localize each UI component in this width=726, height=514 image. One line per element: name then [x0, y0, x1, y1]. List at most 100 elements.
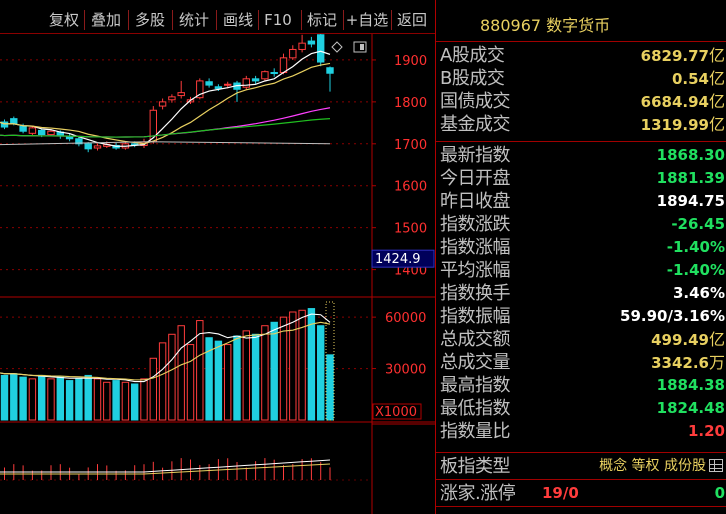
volume-bar	[75, 378, 83, 421]
kline-chart-canvas[interactable]: 1900180017001600150014001424.91972.10600…	[0, 0, 435, 514]
candle-body	[289, 48, 297, 59]
volume-bar	[47, 378, 55, 421]
crosshair-price-label: 1424.9	[375, 252, 421, 267]
info-row: 最新指数 1868.30	[436, 144, 726, 167]
volume-bar	[131, 383, 139, 421]
candle-body	[10, 118, 18, 125]
info-row-label: 总成交额	[440, 329, 511, 350]
info-row: A股成交 6829.77亿	[436, 44, 726, 67]
volume-bar	[158, 342, 167, 421]
volume-bar	[168, 333, 176, 421]
candle-body	[19, 125, 27, 132]
candle-body	[279, 57, 288, 74]
volume-bar	[289, 311, 297, 421]
candle-body	[158, 101, 167, 107]
volume-bar	[233, 335, 241, 421]
candle-body	[84, 143, 92, 150]
toolbar-button-5[interactable]: F10	[260, 8, 296, 32]
candle-body	[251, 78, 260, 82]
volume-bar	[251, 333, 260, 421]
info-row: 最高指数 1884.38	[436, 374, 726, 397]
info-row-label: 指数换手	[440, 283, 511, 304]
window-icon-inner	[360, 44, 364, 50]
info-row-value: 3342.6万	[651, 353, 725, 372]
volume-bar	[28, 378, 37, 421]
index-title: 880967 数字货币	[480, 12, 610, 36]
info-row: 国债成交 6684.94亿	[436, 90, 726, 113]
info-row-unit: 亿	[708, 69, 725, 88]
toolbar-separator	[258, 10, 259, 30]
grid-icon[interactable]	[709, 459, 723, 472]
toolbar-button-2[interactable]: 多股	[130, 8, 170, 32]
toolbar-button-6[interactable]: 标记	[303, 8, 341, 32]
info-row-label: 平均涨幅	[440, 260, 511, 281]
info-row-label: 最高指数	[440, 375, 511, 396]
info-divider	[436, 452, 726, 453]
info-row-value: 1894.75	[656, 192, 725, 210]
info-row-value: 0.54亿	[671, 69, 725, 88]
info-row: B股成交 0.54亿	[436, 67, 726, 90]
toolbar-button-3[interactable]: 统计	[174, 8, 214, 32]
sector-type-value[interactable]: 概念 等权 成份股	[599, 455, 723, 478]
volume-bar	[19, 376, 27, 421]
info-row-value: 1.20	[687, 422, 725, 440]
info-divider	[436, 41, 726, 42]
info-row-value: 499.49亿	[651, 330, 725, 349]
volume-bar	[279, 316, 288, 421]
info-row-value: 1824.48	[656, 399, 725, 417]
info-row-unit: 亿	[708, 92, 725, 111]
volume-bar	[56, 376, 64, 421]
index-code: 880967	[480, 16, 542, 35]
info-row: 指数量比 1.20	[436, 420, 726, 443]
volume-bar	[84, 374, 92, 421]
volume-bar	[242, 330, 251, 421]
volume-bar	[10, 373, 18, 421]
info-row-unit: 亿	[708, 46, 725, 65]
toolbar-button-0[interactable]: 复权	[44, 8, 84, 32]
candle-body	[214, 86, 223, 89]
info-row-value: 1868.30	[656, 146, 725, 164]
candle-body	[47, 130, 55, 136]
candle-body	[38, 129, 46, 136]
info-row-unit: 亿	[708, 115, 725, 134]
toolbar-separator	[84, 10, 85, 30]
limit-up-right-value: 0	[714, 484, 725, 502]
candle-body	[205, 81, 213, 86]
volume-bar	[0, 374, 9, 421]
info-row-value: 1319.99亿	[640, 115, 725, 134]
price-tick-label: 1600	[394, 180, 427, 195]
candle-body	[224, 83, 232, 86]
toolbar-button-4[interactable]: 画线	[218, 8, 258, 32]
toolbar-button-8[interactable]: 返回	[393, 8, 431, 32]
info-row-label: 基金成交	[440, 114, 511, 135]
info-row-value: 1884.38	[656, 376, 725, 394]
diamond-icon	[331, 41, 343, 53]
info-row-value: 59.90/3.16%	[620, 307, 725, 325]
volume-bar	[38, 374, 46, 421]
info-row-label: 今日开盘	[440, 168, 511, 189]
info-row-value: -1.40%	[666, 238, 725, 256]
indicator-line-1	[0, 459, 331, 473]
info-row-unit: 亿	[708, 330, 725, 349]
volume-bar	[65, 380, 74, 421]
toolbar-button-7[interactable]: +自选	[345, 8, 389, 32]
sector-type-row[interactable]: 板指类型 概念 等权 成份股	[436, 455, 726, 478]
volume-bar	[93, 378, 102, 421]
info-row-label: 总成交量	[440, 352, 511, 373]
kline-chart-panel[interactable]: 1900180017001600150014001424.91972.10600…	[0, 0, 435, 514]
candle-body	[317, 34, 325, 63]
toolbar-separator	[172, 10, 173, 30]
toolbar-button-1[interactable]: 叠加	[86, 8, 126, 32]
info-row-value: 6684.94亿	[640, 92, 725, 111]
info-row: 昨日收盘 1894.75	[436, 190, 726, 213]
info-row: 指数涨跌 -26.45	[436, 213, 726, 236]
info-row-value: 3.46%	[672, 284, 725, 302]
info-row-value: -1.40%	[666, 261, 725, 279]
candle-body	[326, 67, 334, 74]
candle-body	[93, 145, 102, 149]
info-row-label: 指数涨跌	[440, 214, 511, 235]
price-tick-label: 1500	[394, 222, 427, 237]
candle-body	[270, 72, 278, 75]
volume-bar	[149, 357, 158, 421]
sector-type-label: 板指类型	[440, 456, 511, 477]
